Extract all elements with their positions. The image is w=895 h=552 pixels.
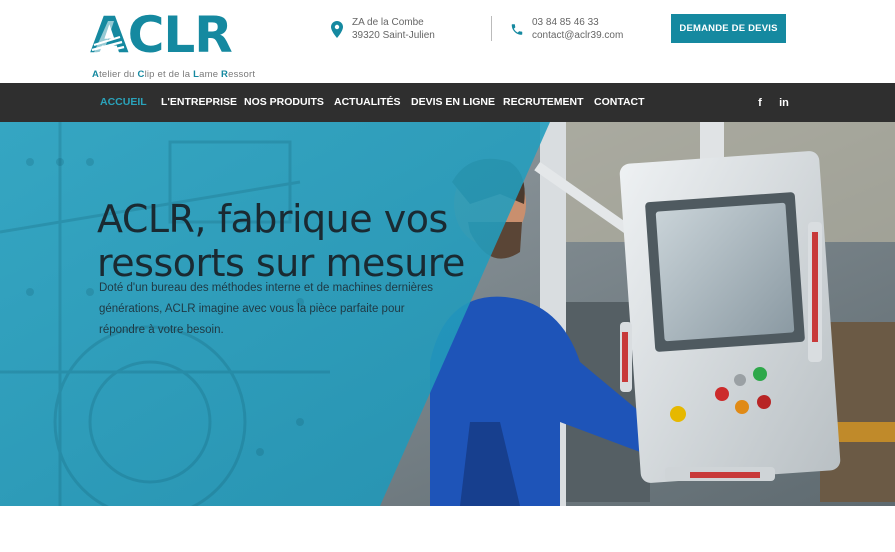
logo-tagline: Atelier du Clip et de la Lame Ressort [92, 69, 255, 80]
address-line-2: 39320 Saint-Julien [352, 30, 435, 41]
main-nav: ACCUEIL L'ENTREPRISE NOS PRODUITS ACTUAL… [0, 83, 895, 122]
contact-address: ZA de la Combe 39320 Saint-Julien [330, 16, 435, 42]
nav-item-actualites[interactable]: ACTUALITÉS [334, 83, 401, 122]
email-link[interactable]: contact@aclr39.com [532, 29, 623, 42]
address-line-1: ZA de la Combe [352, 17, 424, 28]
logo-stripes-icon [90, 21, 125, 57]
header-divider [491, 16, 492, 41]
nav-item-entreprise[interactable]: L'ENTREPRISE [161, 83, 237, 122]
nav-item-recrutement[interactable]: RECRUTEMENT [503, 83, 584, 122]
page-bottom-area [0, 506, 895, 552]
map-pin-icon [330, 20, 344, 38]
site-header: ACLR Atelier du Clip et de la Lame Resso… [0, 0, 895, 83]
brand-logo[interactable]: ACLR Atelier du Clip et de la Lame Resso… [90, 10, 260, 80]
quote-request-button[interactable]: DEMANDE DE DEVIS [671, 14, 786, 43]
facebook-icon[interactable]: f [754, 83, 766, 122]
phone-icon [510, 20, 524, 38]
hero-description: Doté d'un bureau des méthodes interne et… [99, 282, 433, 336]
contact-phone-email: 03 84 85 46 33 contact@aclr39.com [510, 16, 623, 42]
hero-banner: ACLR, fabrique vos ressorts sur mesure D… [0, 122, 895, 506]
nav-item-contact[interactable]: CONTACT [594, 83, 645, 122]
hero-title-line-1: ACLR, fabrique vos [97, 197, 448, 241]
logo-tagline-text: Atelier du Clip et de la Lame Ressort [92, 69, 256, 80]
hero-title: ACLR, fabrique vos ressorts sur mesure [97, 197, 465, 285]
linkedin-icon[interactable]: in [777, 83, 791, 122]
phone-number[interactable]: 03 84 85 46 33 [532, 16, 623, 29]
nav-item-accueil[interactable]: ACCUEIL [100, 83, 147, 122]
nav-item-produits[interactable]: NOS PRODUITS [244, 83, 324, 122]
nav-item-devis[interactable]: DEVIS EN LIGNE [411, 83, 495, 122]
